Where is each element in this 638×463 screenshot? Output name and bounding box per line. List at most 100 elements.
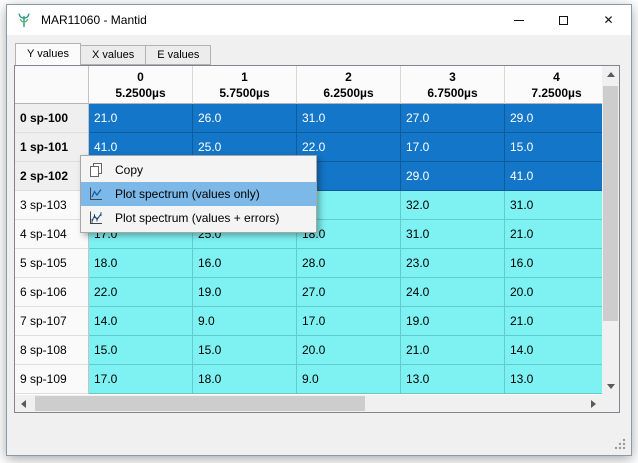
cell-6-0[interactable]: 22.0 [89, 278, 193, 307]
minimize-icon [513, 19, 524, 21]
row-header-9[interactable]: 9 sp-109 [15, 365, 89, 394]
cell-1-3[interactable]: 17.0 [401, 133, 505, 162]
cell-3-4[interactable]: 31.0 [505, 191, 602, 220]
window-title: MAR11060 - Mantid [41, 13, 147, 27]
cell-2-3[interactable]: 29.0 [401, 162, 505, 191]
column-time: 6.2500µs [323, 86, 374, 100]
table-row-5: 5 sp-105 18.0 16.0 28.0 23.0 16.0 [15, 249, 602, 278]
column-index: 0 [137, 70, 144, 84]
context-menu: Copy Plot spectrum (values only) Plot spec… [80, 155, 317, 233]
row-header-4[interactable]: 4 sp-104 [15, 220, 89, 249]
data-table: 0 5.2500µs 1 5.7500µs 2 6.2500µs 3 6.7500µs 4 7.2… [14, 65, 620, 413]
scroll-up-button[interactable] [602, 66, 619, 83]
horizontal-scroll-thumb[interactable] [35, 396, 365, 411]
column-time: 7.2500µs [531, 86, 582, 100]
minimize-button[interactable] [496, 5, 541, 35]
cell-0-2[interactable]: 31.0 [297, 104, 401, 133]
row-header-6[interactable]: 6 sp-106 [15, 278, 89, 307]
menu-item-plot-spectrum-values-only[interactable]: Plot spectrum (values only) [81, 182, 316, 206]
cell-5-0[interactable]: 18.0 [89, 249, 193, 278]
table-row-6: 6 sp-106 22.0 19.0 27.0 24.0 20.0 [15, 278, 602, 307]
cell-7-0[interactable]: 14.0 [89, 307, 193, 336]
cell-1-4[interactable]: 15.0 [505, 133, 602, 162]
resize-grip-icon [614, 438, 626, 450]
resize-grip[interactable] [613, 437, 627, 451]
cell-9-2[interactable]: 9.0 [297, 365, 401, 394]
column-header-4[interactable]: 4 7.2500µs [505, 66, 602, 104]
column-index: 1 [241, 70, 248, 84]
menu-item-copy[interactable]: Copy [81, 158, 316, 182]
maximize-button[interactable] [541, 5, 586, 35]
vertical-scrollbar[interactable] [602, 66, 619, 395]
cell-9-3[interactable]: 13.0 [401, 365, 505, 394]
cell-3-3[interactable]: 32.0 [401, 191, 505, 220]
scrollbar-corner [602, 395, 619, 412]
cell-6-1[interactable]: 19.0 [193, 278, 297, 307]
cell-6-2[interactable]: 27.0 [297, 278, 401, 307]
table-row-8: 8 sp-108 15.0 15.0 20.0 21.0 14.0 [15, 336, 602, 365]
cell-5-2[interactable]: 28.0 [297, 249, 401, 278]
column-header-2[interactable]: 2 6.2500µs [297, 66, 401, 104]
titlebar[interactable]: MAR11060 - Mantid ✕ [7, 5, 631, 35]
column-time: 5.7500µs [219, 86, 270, 100]
column-index: 3 [449, 70, 456, 84]
scroll-right-button[interactable] [585, 395, 602, 412]
cell-7-1[interactable]: 9.0 [193, 307, 297, 336]
row-header-1[interactable]: 1 sp-101 [15, 133, 89, 162]
plot-spectrum-icon [85, 186, 107, 202]
row-header-5[interactable]: 5 sp-105 [15, 249, 89, 278]
cell-6-4[interactable]: 20.0 [505, 278, 602, 307]
close-icon: ✕ [603, 13, 614, 27]
tab-x-values[interactable]: X values [81, 45, 147, 65]
cell-5-1[interactable]: 16.0 [193, 249, 297, 278]
cell-4-4[interactable]: 21.0 [505, 220, 602, 249]
cell-9-1[interactable]: 18.0 [193, 365, 297, 394]
cell-0-3[interactable]: 27.0 [401, 104, 505, 133]
cell-8-3[interactable]: 21.0 [401, 336, 505, 365]
cell-4-3[interactable]: 31.0 [401, 220, 505, 249]
vertical-scroll-thumb[interactable] [603, 86, 618, 321]
window-controls: ✕ [496, 5, 631, 35]
column-header-0[interactable]: 0 5.2500µs [89, 66, 193, 104]
cell-9-4[interactable]: 13.0 [505, 365, 602, 394]
cell-9-0[interactable]: 17.0 [89, 365, 193, 394]
cell-2-4[interactable]: 41.0 [505, 162, 602, 191]
cell-8-2[interactable]: 20.0 [297, 336, 401, 365]
arrow-down-icon [606, 384, 615, 389]
cell-8-0[interactable]: 15.0 [89, 336, 193, 365]
row-header-8[interactable]: 8 sp-108 [15, 336, 89, 365]
cell-0-0[interactable]: 21.0 [89, 104, 193, 133]
column-header-1[interactable]: 1 5.7500µs [193, 66, 297, 104]
table-corner [15, 66, 89, 104]
copy-icon [85, 162, 107, 178]
scroll-left-button[interactable] [15, 395, 32, 412]
tab-e-values[interactable]: E values [146, 45, 212, 65]
horizontal-scrollbar[interactable] [15, 395, 602, 412]
cell-5-4[interactable]: 16.0 [505, 249, 602, 278]
column-header-3[interactable]: 3 6.7500µs [401, 66, 505, 104]
cell-8-4[interactable]: 14.0 [505, 336, 602, 365]
table-row-0: 0 sp-100 21.0 26.0 31.0 27.0 29.0 [15, 104, 602, 133]
row-header-0[interactable]: 0 sp-100 [15, 104, 89, 133]
cell-7-3[interactable]: 19.0 [401, 307, 505, 336]
menu-item-label: Plot spectrum (values + errors) [115, 211, 280, 225]
row-header-7[interactable]: 7 sp-107 [15, 307, 89, 336]
close-button[interactable]: ✕ [586, 5, 631, 35]
menu-item-plot-spectrum-values-errors[interactable]: Plot spectrum (values + errors) [81, 206, 316, 230]
tab-bar: Y values X values E values [15, 43, 212, 65]
arrow-left-icon [21, 399, 26, 408]
scroll-down-button[interactable] [602, 378, 619, 395]
cell-0-1[interactable]: 26.0 [193, 104, 297, 133]
cell-8-1[interactable]: 15.0 [193, 336, 297, 365]
row-header-3[interactable]: 3 sp-103 [15, 191, 89, 220]
cell-6-3[interactable]: 24.0 [401, 278, 505, 307]
cell-5-3[interactable]: 23.0 [401, 249, 505, 278]
tab-y-values[interactable]: Y values [15, 43, 81, 65]
cell-7-4[interactable]: 21.0 [505, 307, 602, 336]
cell-0-4[interactable]: 29.0 [505, 104, 602, 133]
column-index: 2 [345, 70, 352, 84]
cell-7-2[interactable]: 17.0 [297, 307, 401, 336]
column-index: 4 [553, 70, 560, 84]
arrow-up-icon [606, 72, 615, 77]
row-header-2[interactable]: 2 sp-102 [15, 162, 89, 191]
